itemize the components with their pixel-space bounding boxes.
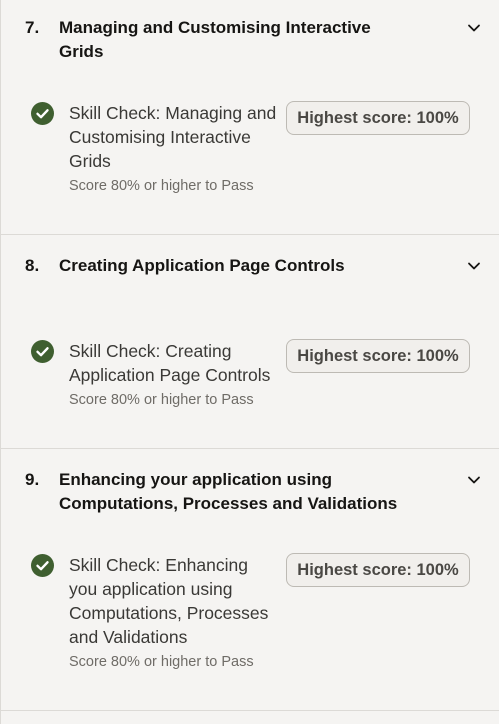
chevron-down-icon[interactable] <box>466 472 482 488</box>
section-title: Managing and Customising Interactive Gri… <box>59 18 371 61</box>
skill-check-link[interactable]: Skill Check: Managing and Customising In… <box>69 101 287 173</box>
section-header-9[interactable]: 9. Enhancing your application using Comp… <box>25 468 465 516</box>
check-circle-icon <box>31 340 54 363</box>
section-number: 9. <box>25 470 40 489</box>
check-circle-icon <box>31 102 54 125</box>
section-number: 7. <box>25 18 40 37</box>
pass-requirement: Score 80% or higher to Pass <box>69 178 254 194</box>
section-header-8[interactable]: 8. Creating Application Page Controls <box>25 254 465 278</box>
module-list: 7. Managing and Customising Interactive … <box>0 0 499 724</box>
chevron-down-icon[interactable] <box>466 20 482 36</box>
highest-score-badge: Highest score: 100% <box>286 553 470 587</box>
pass-requirement: Score 80% or higher to Pass <box>69 392 254 408</box>
highest-score-badge: Highest score: 100% <box>286 339 470 373</box>
section-header-7[interactable]: 7. Managing and Customising Interactive … <box>25 16 465 64</box>
skill-check-link[interactable]: Skill Check: Creating Application Page C… <box>69 339 283 387</box>
module-section-8: 8. Creating Application Page Controls Sk… <box>1 235 499 449</box>
highest-score-badge: Highest score: 100% <box>286 101 470 135</box>
skill-check-link[interactable]: Skill Check: Enhancing you application u… <box>69 553 279 649</box>
section-title: Enhancing your application using Computa… <box>59 470 398 513</box>
chevron-down-icon[interactable] <box>466 258 482 274</box>
pass-requirement: Score 80% or higher to Pass <box>69 654 254 670</box>
module-section-9: 9. Enhancing your application using Comp… <box>1 449 499 711</box>
section-number: 8. <box>25 256 40 275</box>
section-title: Creating Application Page Controls <box>59 256 345 275</box>
check-circle-icon <box>31 554 54 577</box>
module-section-7: 7. Managing and Customising Interactive … <box>1 0 499 235</box>
